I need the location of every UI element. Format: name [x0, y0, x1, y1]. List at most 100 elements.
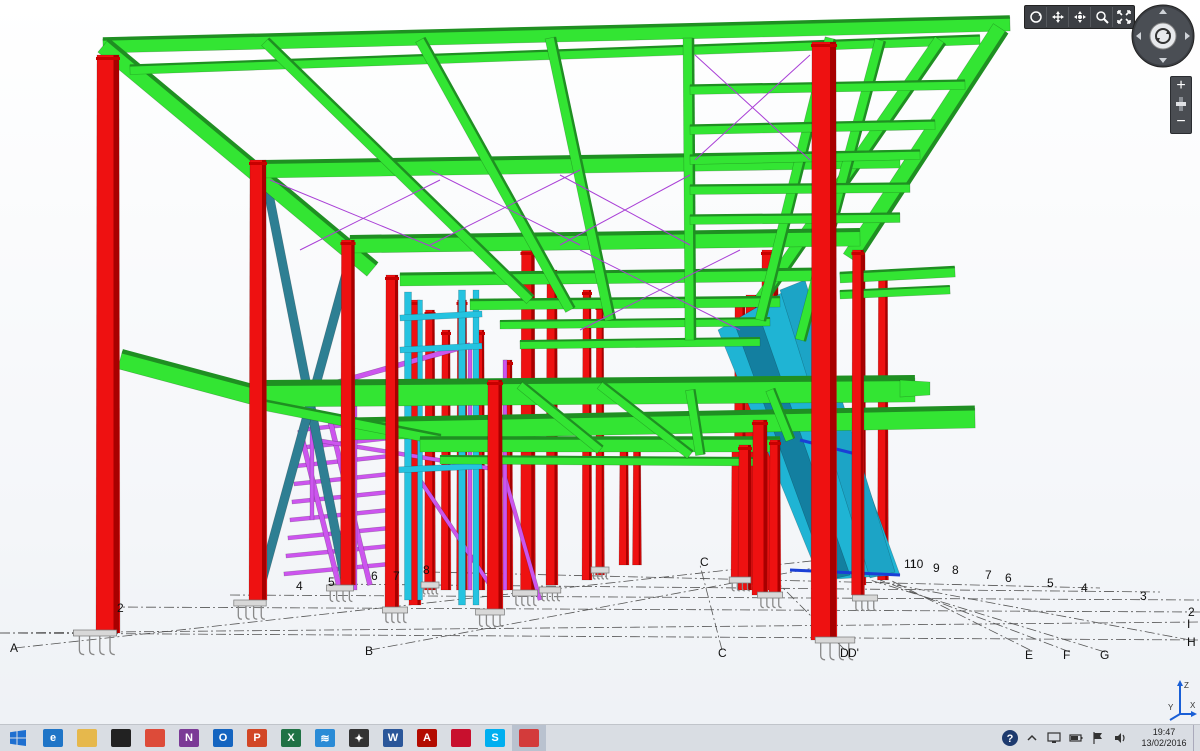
internet-explorer-icon: e — [43, 729, 63, 747]
system-tray: ? 19:47 13/02/2016 — [999, 725, 1200, 751]
anchor-bolt — [515, 596, 519, 607]
chevron-up-icon[interactable] — [1023, 729, 1041, 747]
taskbar-app-app-star[interactable]: ✦ — [342, 725, 376, 751]
anchor-bolt — [385, 613, 389, 624]
taskbar-app-chrome[interactable] — [138, 725, 172, 751]
stair-tread[interactable] — [289, 507, 391, 523]
anchor-bolt — [867, 601, 871, 612]
onenote-icon: N — [179, 729, 199, 747]
taskbar: e N O P X ≋ ✦ W A S ? 19:47 13/02/2016 — [0, 724, 1200, 751]
anchor-bolt — [527, 596, 531, 607]
svg-text:?: ? — [1007, 733, 1014, 745]
zoom-in-button[interactable]: + — [1171, 77, 1191, 95]
floor-side-beam[interactable] — [117, 350, 265, 408]
anchor-bolt — [342, 591, 347, 603]
view-toolbar — [1024, 5, 1135, 29]
base-plate — [233, 599, 267, 607]
zoom-window-icon[interactable] — [1091, 7, 1113, 27]
cyan-member[interactable] — [404, 291, 412, 601]
grid-label-number: 5 — [1047, 576, 1054, 590]
column-cap — [441, 332, 451, 335]
steel-frame — [73, 15, 1011, 661]
grid-label-letter: B — [365, 644, 373, 658]
grid-label-number: 2 — [1188, 605, 1195, 619]
taskbar-app-internet-explorer[interactable]: e — [36, 725, 70, 751]
taskbar-app-robot-structural[interactable] — [512, 725, 546, 751]
taskbar-app-outlook[interactable]: O — [206, 725, 240, 751]
grid-label-letter: A — [10, 641, 18, 655]
taskbar-app-photos[interactable] — [104, 725, 138, 751]
windows-logo-icon — [10, 730, 26, 746]
anchor-bolt — [533, 596, 537, 607]
taskbar-app-layers[interactable]: ≋ — [308, 725, 342, 751]
grid-label-number: 5 — [328, 575, 335, 589]
anchor-bolt — [766, 598, 770, 609]
powerpoint-icon: P — [247, 729, 267, 747]
grid-label-number: 7 — [985, 568, 992, 582]
start-button[interactable] — [0, 725, 36, 751]
grid-line — [0, 632, 1200, 641]
grid-label-number: 4 — [296, 579, 303, 593]
zoom-slider[interactable] — [1171, 95, 1191, 113]
taskbar-app-file-explorer[interactable] — [70, 725, 104, 751]
look-icon[interactable] — [1069, 7, 1091, 27]
base-plate — [475, 608, 505, 616]
help-icon[interactable]: ? — [1001, 729, 1019, 747]
network-icon[interactable] — [1045, 729, 1063, 747]
base-plate — [852, 594, 878, 602]
grid-label-number: 7 — [393, 569, 400, 583]
word-icon: W — [383, 729, 403, 747]
taskbar-app-excel[interactable]: X — [274, 725, 308, 751]
anchor-bolt — [772, 598, 776, 609]
3d-viewport[interactable]: A B C C D D' E F G H I 2 4 5 6 7 8 3 2 4 5 6 7 8 9 10 11 — [0, 0, 1200, 724]
chrome-icon — [145, 729, 165, 747]
pan-icon[interactable] — [1047, 7, 1069, 27]
taskbar-app-acrobat[interactable]: A — [410, 725, 444, 751]
taskbar-app-skype[interactable]: S — [478, 725, 512, 751]
roof-side-beam[interactable] — [97, 39, 378, 277]
column-cap — [811, 44, 837, 47]
anchor-bolt — [397, 613, 401, 624]
taskbar-app-word[interactable]: W — [376, 725, 410, 751]
base-plate — [73, 629, 117, 637]
column-web — [395, 275, 398, 610]
grid-label-letter: C — [700, 555, 709, 569]
show-desktop-button[interactable] — [1193, 725, 1200, 751]
clock[interactable]: 19:47 13/02/2016 — [1135, 727, 1193, 749]
flag-icon[interactable] — [1089, 729, 1107, 747]
base-plate — [538, 586, 562, 594]
beam-stub[interactable] — [899, 379, 931, 398]
base-plate — [382, 606, 408, 614]
grid-label-letter: F — [1063, 648, 1070, 662]
anchor-bolt — [335, 591, 340, 603]
taskbar-app-onenote[interactable]: N — [172, 725, 206, 751]
grid-line — [0, 621, 1200, 634]
base-plate — [757, 591, 783, 599]
robot-structural-icon — [519, 729, 539, 747]
orbit-icon[interactable] — [1025, 7, 1047, 27]
column-web — [763, 420, 767, 595]
grid-label-number: 4 — [1081, 581, 1088, 595]
zoom-out-button[interactable]: − — [1171, 113, 1191, 131]
column-cap — [385, 277, 399, 280]
taskbar-app-powerpoint[interactable]: P — [240, 725, 274, 751]
structure-model[interactable]: A B CCD D' E F GHI24 5 6 7 8324567891011 — [0, 0, 1200, 724]
battery-icon[interactable] — [1067, 729, 1085, 747]
base-plate — [814, 636, 856, 644]
volume-icon[interactable] — [1111, 729, 1129, 747]
zoom-bar: + − — [1170, 76, 1192, 134]
axis-triad: Z Y X — [1158, 678, 1198, 722]
anchor-bolt — [855, 601, 859, 612]
anchor-bolt — [88, 636, 95, 656]
anchor-bolt — [820, 643, 826, 661]
anchor-bolt — [109, 636, 115, 656]
axis-y-label: Y — [1168, 703, 1174, 712]
taskbar-app-autodesk[interactable] — [444, 725, 478, 751]
navigation-wheel[interactable] — [1131, 4, 1195, 68]
anchor-bolt — [760, 598, 764, 609]
layers-icon: ≋ — [315, 729, 335, 747]
grid-label-number: 8 — [952, 563, 959, 577]
anchor-bolt — [873, 601, 877, 612]
grid-label-number: 6 — [371, 569, 378, 583]
grid-label-letter: G — [1100, 648, 1109, 662]
